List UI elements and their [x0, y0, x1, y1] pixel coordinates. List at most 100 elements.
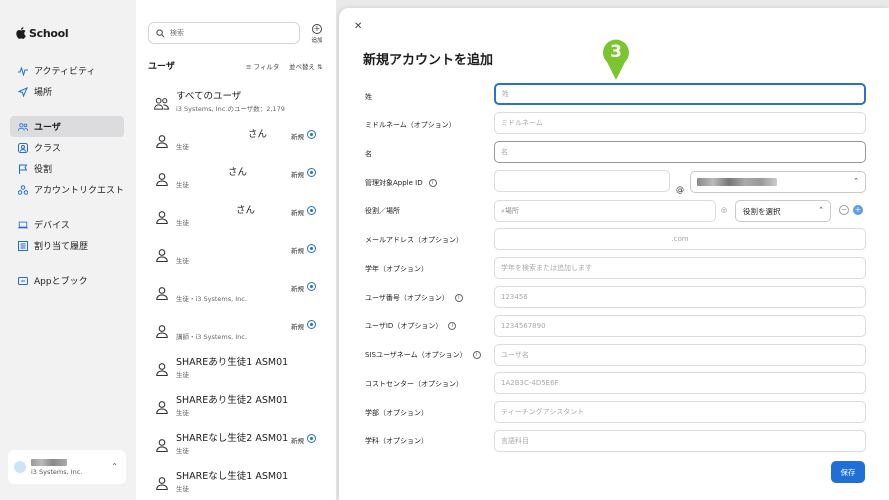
sort-button[interactable]: 並べ替え ⇅ — [289, 61, 323, 71]
apple-id-field[interactable] — [494, 170, 670, 192]
app-brand: School — [0, 24, 136, 42]
add-role-button[interactable]: + — [853, 205, 863, 215]
panel-title: 新規アカウントを追加 — [363, 53, 494, 68]
person-icon — [156, 171, 168, 187]
step-marker: 3 — [603, 39, 629, 80]
save-button[interactable]: 保存 — [831, 461, 865, 483]
person-icon — [156, 399, 168, 415]
add-account-panel: ✕ 新規アカウントを追加 3 姓 姓 ミドルネーム（オプション） ミドルネーム … — [339, 8, 889, 500]
label-apple-id-text: 管理対象Apple ID — [365, 179, 423, 187]
list-item[interactable]: 講師・i3 Systems, Inc. 新規 — [136, 310, 336, 348]
selected-radio-icon[interactable] — [307, 282, 316, 291]
list-item-subtitle: 生徒 — [176, 181, 189, 189]
user-number-field[interactable]: 123456 — [494, 286, 866, 308]
info-icon[interactable]: i — [448, 322, 457, 330]
hash-icon: ◎ — [721, 206, 728, 214]
sidebar-item-devices[interactable]: デバイス — [10, 214, 124, 235]
role-select[interactable]: 役割を選択 ⌃ — [735, 200, 831, 222]
location-search-field[interactable]: ⌕ 場所 — [494, 200, 716, 222]
selected-radio-icon[interactable] — [307, 244, 316, 253]
selected-radio-icon[interactable] — [307, 130, 316, 139]
person-icon — [156, 133, 168, 149]
at-sign: @ — [676, 185, 684, 194]
label-user-id: ユーザID（オプション） i — [365, 321, 457, 331]
list-item-subtitle: 生徒・i3 Systems, Inc. — [176, 295, 247, 303]
list-item[interactable]: すべてのユーザ i3 Systems, Inc.のユーザ数：2,179 — [136, 82, 336, 120]
label-user-id-text: ユーザID（オプション） — [365, 322, 443, 330]
activity-icon — [18, 65, 28, 76]
list-item[interactable]: さん 生徒 新規 — [136, 120, 336, 158]
chevron-updown-icon: ⌃ — [818, 206, 824, 214]
list-item[interactable]: SHAREなし生徒2 ASM01 生徒 新規 — [136, 424, 336, 462]
sidebar-item-apps-books[interactable]: Appとブック — [10, 270, 124, 291]
role-select-value: 役割を選択 — [743, 206, 781, 216]
list-item[interactable]: 生徒・i3 Systems, Inc. 新規 — [136, 272, 336, 310]
filter-button[interactable]: ≡ フィルタ — [246, 61, 279, 71]
label-sis-username: SISユーザネーム（オプション） i — [365, 350, 481, 360]
person-icon — [156, 475, 168, 491]
sidebar: School アクティビティ 場所 ユーザ クラス 役割 アカウントリクエスト — [0, 0, 136, 500]
close-icon[interactable]: ✕ — [354, 21, 362, 32]
sidebar-item-label: 役割 — [34, 165, 53, 175]
new-badge: 新規 — [291, 247, 304, 255]
location-placeholder: 場所 — [504, 207, 519, 215]
last-name-field[interactable]: 姓 — [494, 83, 866, 105]
label-department: 学部（オプション） — [365, 409, 428, 417]
label-grade: 学年（オプション） — [365, 265, 428, 273]
department-field[interactable]: ティーチングアシスタント — [494, 401, 866, 423]
flag-icon — [18, 164, 28, 174]
list-item-subtitle: i3 Systems, Inc.のユーザ数：2,179 — [176, 105, 285, 113]
selected-radio-icon[interactable] — [307, 320, 316, 329]
apps-icon — [18, 276, 28, 286]
remove-role-button[interactable]: − — [839, 205, 849, 215]
list-item-name: すべてのユーザ — [176, 91, 242, 102]
subject-field[interactable]: 言語科目 — [494, 430, 866, 452]
sidebar-item-label: ユーザ — [34, 123, 61, 133]
step-number: 3 — [610, 42, 622, 62]
sidebar-item-label: 割り当て履歴 — [34, 242, 89, 252]
account-switcher[interactable]: i3 Systems, Inc. ⌃ — [8, 450, 126, 484]
search-input[interactable] — [170, 29, 290, 37]
first-name-field[interactable]: 名 — [494, 141, 866, 163]
sidebar-item-location[interactable]: 場所 — [10, 81, 124, 102]
sort-icon: ⇅ — [315, 63, 323, 71]
sidebar-item-label: Appとブック — [34, 277, 88, 287]
email-field[interactable]: .com — [494, 228, 866, 250]
chevron-updown-icon: ⌃ — [111, 462, 118, 471]
list-item[interactable]: SHAREなし生徒1 ASM01 生徒 — [136, 462, 336, 500]
sis-username-field[interactable]: ユーザ名 — [494, 344, 866, 366]
list-item[interactable]: さん 生徒 新規 — [136, 196, 336, 234]
info-icon[interactable]: i — [472, 351, 481, 359]
search-field[interactable] — [148, 22, 300, 44]
app-name: School — [29, 26, 69, 40]
sidebar-item-account-requests[interactable]: アカウントリクエスト — [10, 179, 124, 200]
grade-field[interactable]: 学年を検索または追加します — [494, 257, 866, 279]
sidebar-item-activity[interactable]: アクティビティ — [10, 60, 124, 81]
sidebar-item-label: 場所 — [34, 88, 53, 98]
domain-select[interactable]: ⌃ — [690, 171, 866, 193]
sidebar-nav: アクティビティ 場所 ユーザ クラス 役割 アカウントリクエスト デバイス 割り… — [0, 60, 136, 291]
add-user-button[interactable]: + 追加 — [309, 24, 325, 44]
new-badge: 新規 — [291, 285, 304, 293]
user-id-field[interactable]: 1234567890 — [494, 315, 866, 337]
label-subject: 学科（オプション） — [365, 437, 428, 445]
selected-radio-icon[interactable] — [307, 434, 316, 443]
user-list-pane: + 追加 ユーザ ≡ フィルタ 並べ替え ⇅ すべてのユーザ i3 Systems… — [136, 0, 336, 500]
info-icon[interactable]: i — [454, 294, 463, 302]
list-item[interactable]: 生徒 新規 — [136, 234, 336, 272]
sidebar-item-roles[interactable]: 役割 — [10, 158, 124, 179]
list-item[interactable]: SHAREあり生徒2 ASM01 生徒 — [136, 386, 336, 424]
selected-radio-icon[interactable] — [307, 168, 316, 177]
middle-name-field[interactable]: ミドルネーム — [494, 112, 866, 134]
sidebar-item-assignment-history[interactable]: 割り当て履歴 — [10, 235, 124, 256]
sidebar-item-users[interactable]: ユーザ — [10, 116, 124, 137]
list-item[interactable]: SHAREあり生徒1 ASM01 生徒 — [136, 348, 336, 386]
sidebar-item-label: クラス — [34, 144, 61, 154]
sidebar-item-class[interactable]: クラス — [10, 137, 124, 158]
list-item[interactable]: さん 生徒 新規 — [136, 158, 336, 196]
info-icon[interactable]: i — [428, 179, 437, 187]
new-badge: 新規 — [291, 437, 304, 445]
cost-center-field[interactable]: 1A2B3C-4D5E6F — [494, 372, 866, 394]
selected-radio-icon[interactable] — [307, 206, 316, 215]
avatar — [14, 461, 26, 473]
